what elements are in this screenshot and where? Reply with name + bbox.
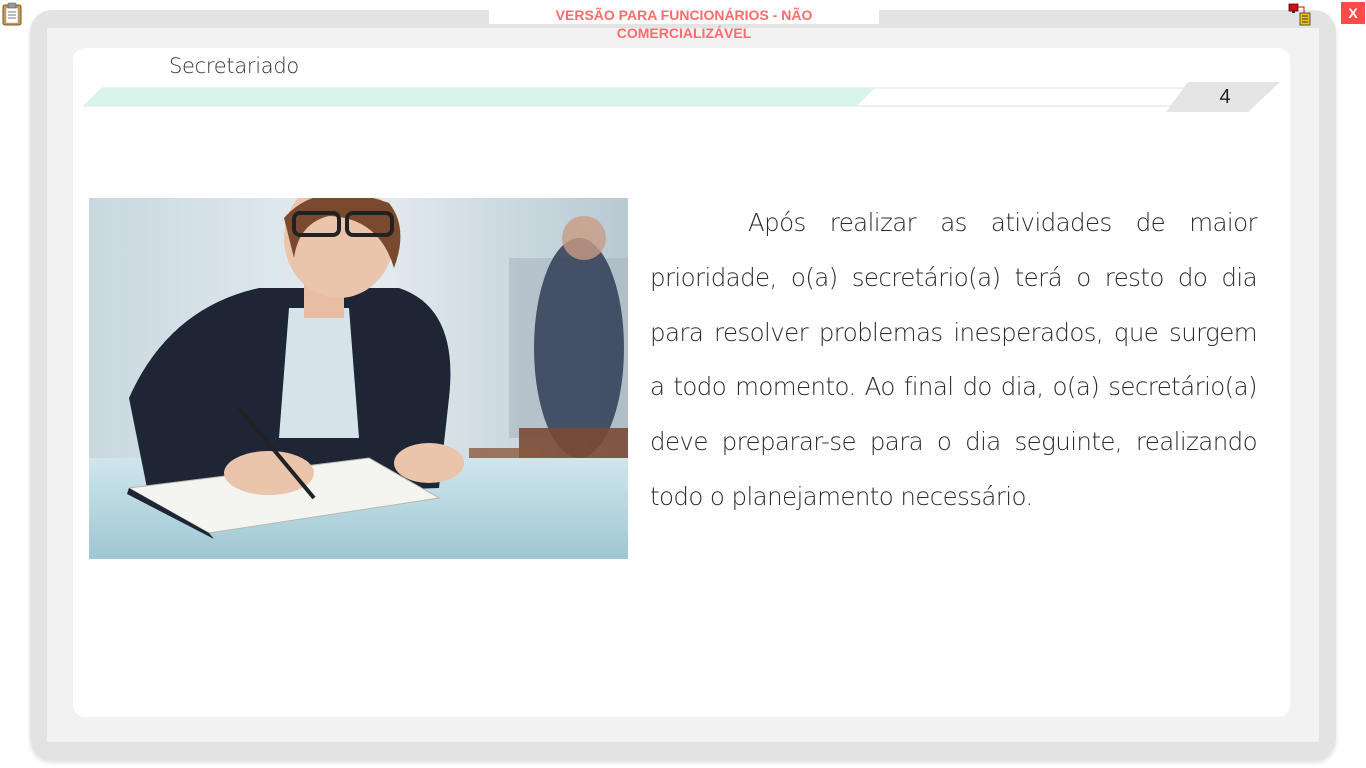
page-number: 4 (1219, 86, 1231, 108)
network-status-icon[interactable] (1288, 3, 1314, 27)
app-window: VERSÃO PARA FUNCIONÁRIOS - NÃO COMERCIAL… (0, 0, 1366, 768)
progress-fill (84, 88, 875, 106)
clipboard-icon[interactable] (2, 2, 22, 26)
body-paragraph: Após realizar as atividades de maior pri… (650, 208, 1258, 511)
close-icon: X (1348, 5, 1358, 21)
office-worker-photo (89, 198, 628, 559)
watermark-banner: VERSÃO PARA FUNCIONÁRIOS - NÃO COMERCIAL… (489, 6, 879, 41)
progress-bar (82, 82, 1280, 112)
section-title: Secretariado (169, 54, 299, 78)
close-button[interactable]: X (1341, 2, 1365, 24)
